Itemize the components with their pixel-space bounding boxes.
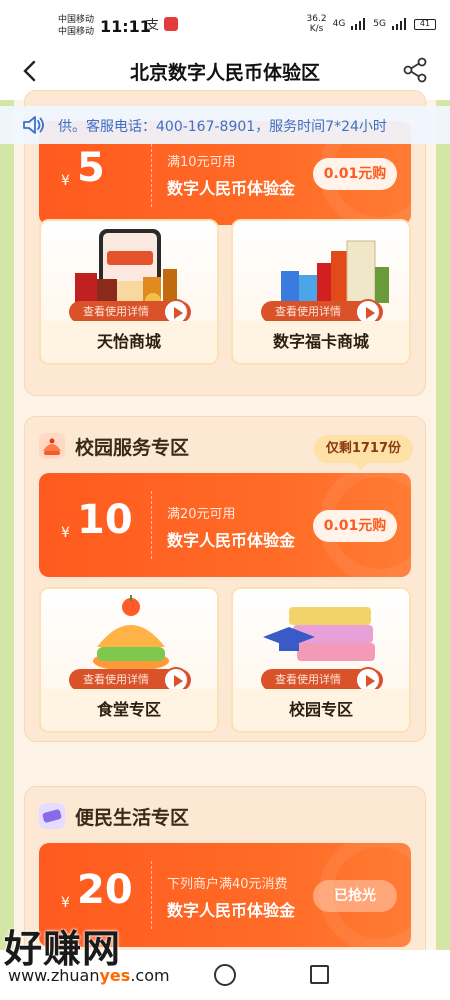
- share-icon: [403, 57, 427, 83]
- network-type-2: 5G: [373, 19, 386, 29]
- watermark-url-highlight: yes: [99, 966, 131, 985]
- notice-banner: 供。客服电话：400-167-8901，服务时间7*24小时: [0, 106, 450, 144]
- store-name: 天怡商城: [41, 321, 217, 363]
- watermark-url: www.zhuanyes.com: [8, 966, 170, 985]
- coupon-name: 数字人民币体验金: [167, 901, 296, 920]
- campus-icon: [39, 433, 65, 459]
- buy-button[interactable]: 0.01元购: [313, 158, 397, 190]
- section-title: 便民生活专区: [75, 807, 190, 829]
- carrier-1: 中国移动: [58, 15, 95, 25]
- coupon-condition: 下列商户满40元消费: [167, 877, 288, 892]
- coupon-amount: 5: [77, 145, 105, 191]
- carrier-2: 中国移动: [58, 27, 95, 37]
- store-card-fuka[interactable]: 查看使用详情 数字福卡商城: [231, 219, 411, 365]
- coupon-divider: [151, 491, 152, 559]
- store-name: 校园专区: [233, 689, 409, 731]
- store-card-campus[interactable]: 查看使用详情 校园专区: [231, 587, 411, 733]
- convenience-icon: [39, 803, 65, 829]
- share-button[interactable]: [402, 57, 430, 85]
- store-card-tianyi[interactable]: 查看使用详情 天怡商城: [39, 219, 219, 365]
- carrier-info: 中国移动 中国移动: [58, 14, 94, 38]
- section-title: 校园服务专区: [75, 437, 190, 459]
- battery-icon: 41: [414, 18, 436, 30]
- coupon-divider: [151, 861, 152, 929]
- coupon-condition: 满20元可用: [167, 507, 236, 522]
- sold-out-button[interactable]: 已抢光: [313, 880, 397, 912]
- speed-value: 36.2: [306, 14, 327, 24]
- system-status: 36.2 K/s 4G 5G 41: [307, 14, 436, 34]
- svg-text:支: 支: [146, 18, 159, 32]
- watermark-title: 好赚网: [4, 927, 122, 971]
- signal-icon: [351, 18, 366, 30]
- currency-symbol: ¥: [61, 525, 70, 541]
- buy-button[interactable]: 0.01元购: [313, 510, 397, 542]
- network-speed: 36.2 K/s: [307, 14, 327, 34]
- recents-button[interactable]: [310, 965, 329, 984]
- watermark-url-prefix: www.zhuan: [8, 966, 100, 985]
- coupon-name: 数字人民币体验金: [167, 531, 296, 550]
- store-card-canteen[interactable]: 查看使用详情 食堂专区: [39, 587, 219, 733]
- notification-icons: 支: [146, 16, 180, 36]
- notice-text: 供。客服电话：400-167-8901，服务时间7*24小时: [58, 119, 387, 135]
- network-type-1: 4G: [332, 19, 346, 29]
- right-decor-stripe: [436, 100, 450, 1000]
- coupon-card: ¥ 10 满20元可用 数字人民币体验金 0.01元购: [39, 473, 411, 577]
- currency-symbol: ¥: [61, 173, 70, 189]
- signal-icon-2: [392, 18, 406, 30]
- speed-unit: K/s: [309, 24, 324, 34]
- coupon-name: 数字人民币体验金: [167, 179, 296, 198]
- store-name: 食堂专区: [41, 689, 217, 731]
- speaker-icon: [23, 116, 44, 134]
- coupon-amount: 20: [77, 867, 133, 913]
- store-name: 数字福卡商城: [233, 321, 409, 363]
- status-bar: 中国移动 中国移动 11:11 支 36.2 K/s 4G 5G 41: [0, 0, 450, 42]
- clock: 11:11: [100, 17, 151, 36]
- watermark-url-suffix: .com: [130, 966, 170, 985]
- currency-symbol: ¥: [61, 895, 70, 911]
- coupon-condition: 满10元可用: [167, 155, 236, 170]
- section-campus: 校园服务专区 仅剩1717份 ¥ 10 满20元可用 数字人民币体验金 0.01…: [24, 416, 426, 742]
- home-button[interactable]: [214, 964, 236, 986]
- page-title: 北京数字人民币体验区: [129, 62, 320, 84]
- left-decor-stripe: [0, 100, 14, 1000]
- remaining-badge: 仅剩1717份: [313, 435, 413, 470]
- coupon-amount: 10: [77, 497, 133, 543]
- coupon-divider: [151, 139, 152, 207]
